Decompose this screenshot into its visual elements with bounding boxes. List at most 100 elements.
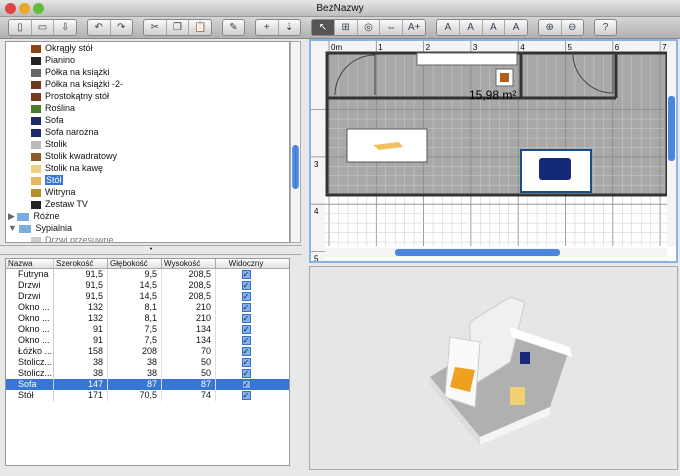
catalog-item[interactable]: Półka na książki -2- [6, 78, 289, 90]
cut-icon[interactable]: ✂ [144, 20, 167, 35]
visible-checkbox[interactable]: ✓ [216, 302, 276, 313]
clean-icon[interactable]: ✎ [223, 20, 244, 35]
save-icon[interactable]: ⇩ [54, 20, 76, 35]
open-icon[interactable]: ▭ [32, 20, 55, 35]
cell-depth: 38 [108, 368, 162, 379]
window [416, 52, 518, 66]
scroll-thumb[interactable] [292, 145, 299, 189]
disclosure-closed-icon[interactable]: ▶ [8, 211, 15, 221]
zoom-in-icon[interactable]: ⊕ [539, 20, 562, 35]
text-style-1-icon[interactable]: A [437, 20, 460, 35]
catalog-item[interactable]: Witryna [6, 186, 289, 198]
close-button[interactable] [5, 3, 16, 14]
catalog-item[interactable]: Roślina [6, 102, 289, 114]
catalog-category[interactable]: ▶ Różne [6, 210, 289, 222]
table-row[interactable]: Stół 171 70,5 74 ✓ [6, 390, 289, 401]
toolbar-group: ✎ [222, 19, 245, 36]
add-furniture-icon[interactable]: + [256, 20, 279, 35]
catalog-item[interactable]: Okrągły stół [6, 42, 289, 54]
ruler-label: 4 [314, 207, 319, 216]
cell-width: 132 [54, 302, 108, 313]
catalog-scrollbar[interactable] [290, 41, 301, 243]
create-dimensions-icon[interactable]: ⇔ [380, 20, 404, 35]
italic-icon[interactable]: A [505, 20, 527, 35]
visible-checkbox[interactable]: ✓ [216, 335, 276, 346]
table-row[interactable]: Okno ... 132 8,1 210 ✓ [6, 313, 289, 324]
visible-checkbox[interactable]: ✓ [216, 280, 276, 291]
table-row[interactable]: Stolicz... 38 38 50 ✓ [6, 368, 289, 379]
3d-view[interactable] [309, 266, 678, 470]
3d-house-render[interactable] [310, 267, 679, 471]
catalog-item[interactable]: Stolik na kawę [6, 162, 289, 174]
table-row[interactable]: Stolicz... 38 38 50 ✓ [6, 357, 289, 368]
table-row[interactable]: Okno ... 91 7,5 134 ✓ [6, 335, 289, 346]
cell-height: 208,5 [162, 269, 216, 280]
catalog-item[interactable]: Prostokątny stół [6, 90, 289, 102]
visible-checkbox[interactable]: ✓ [216, 346, 276, 357]
table-row[interactable]: Futryna 91,5 9,5 208,5 ✓ [6, 269, 289, 280]
column-header[interactable]: Wysokość [162, 259, 216, 268]
create-walls-icon[interactable]: ⊞ [335, 20, 358, 35]
catalog-item[interactable]: Zestaw TV [6, 198, 289, 210]
zoom-out-icon[interactable]: ⊖ [562, 20, 584, 35]
column-header[interactable]: Szerokość [54, 259, 108, 268]
furniture-icon [31, 164, 41, 173]
plan-canvas[interactable]: 0m1234567345615,98 m²1 [311, 41, 680, 337]
visible-checkbox[interactable]: ✓ [216, 313, 276, 324]
visible-checkbox[interactable]: ✓ [216, 379, 276, 390]
catalog-item[interactable]: Pianino [6, 54, 289, 66]
folder-icon [19, 224, 32, 233]
column-header[interactable]: Widoczny [216, 259, 276, 268]
catalog-item[interactable]: Sofa [6, 114, 289, 126]
visible-checkbox[interactable]: ✓ [216, 324, 276, 335]
new-file-icon[interactable]: ▯ [9, 20, 32, 35]
column-header[interactable]: Nazwa [6, 259, 54, 268]
redo-icon[interactable]: ↷ [111, 20, 133, 35]
select-icon[interactable]: ↖ [312, 20, 335, 35]
table-row[interactable]: Łóżko ... 158 208 70 ✓ [6, 346, 289, 357]
import-furniture-icon[interactable]: ⇣ [279, 20, 301, 35]
column-header[interactable]: Głębokość [108, 259, 162, 268]
table-row[interactable]: Okno ... 91 7,5 134 ✓ [6, 324, 289, 335]
toolbar-group: ↶ ↷ [87, 19, 133, 36]
help-icon[interactable]: ? [595, 20, 616, 35]
visible-checkbox[interactable]: ✓ [216, 390, 276, 401]
zoom-button[interactable] [33, 3, 44, 14]
add-text-icon[interactable]: A+ [403, 20, 425, 35]
catalog-item[interactable]: Drzwi przesuwne [6, 234, 289, 242]
catalog-item[interactable]: Półka na książki [6, 66, 289, 78]
catalog-item[interactable]: Stolik [6, 138, 289, 150]
furniture-catalog-tree[interactable]: Okrągły stół Pianino Półka na książki Półka… [5, 41, 290, 243]
catalog-category[interactable]: ▼ Sypialnia [6, 222, 289, 234]
visible-checkbox[interactable]: ✓ [216, 368, 276, 379]
table-row[interactable]: Drzwi 91,5 14,5 208,5 ✓ [6, 280, 289, 291]
toolbar-group: ▯ ▭ ⇩ [8, 19, 77, 36]
visible-checkbox[interactable]: ✓ [216, 291, 276, 302]
ruler-top [311, 41, 676, 52]
catalog-item[interactable]: Stolik kwadratowy [6, 150, 289, 162]
text-style-2-icon[interactable]: A [460, 20, 483, 35]
table-row[interactable]: Drzwi 91,5 14,5 208,5 ✓ [6, 291, 289, 302]
paste-icon[interactable]: 📋 [189, 20, 211, 35]
catalog-item[interactable]: Sofa narożna [6, 126, 289, 138]
ruler-label: 0m [331, 43, 342, 52]
bold-icon[interactable]: A [483, 20, 506, 35]
visible-checkbox[interactable]: ✓ [216, 269, 276, 280]
table-row[interactable]: Okno ... 132 8,1 210 ✓ [6, 302, 289, 313]
undo-icon[interactable]: ↶ [88, 20, 111, 35]
scroll-thumb[interactable] [668, 96, 675, 161]
cell-height: 134 [162, 324, 216, 335]
table-row[interactable]: Sofa 147 87 87 ✓ [6, 379, 289, 390]
cell-name: Drzwi [6, 291, 54, 302]
copy-icon[interactable]: ❐ [167, 20, 190, 35]
table-header: Nazwa Szerokość Głębokość Wysokość Widoczny [6, 259, 289, 269]
disclosure-open-icon[interactable]: ▼ [8, 223, 17, 233]
plan-view[interactable]: 0m1234567345615,98 m²1 [309, 39, 680, 337]
create-rooms-icon[interactable]: ◎ [358, 20, 381, 35]
splitter[interactable]: • [0, 245, 302, 255]
scroll-thumb[interactable] [395, 249, 560, 256]
visible-checkbox[interactable]: ✓ [216, 357, 276, 368]
catalog-item[interactable]: Stół [6, 174, 289, 186]
minimize-button[interactable] [19, 3, 30, 14]
furniture-table[interactable]: Nazwa Szerokość Głębokość Wysokość Widoczny … [5, 258, 290, 466]
